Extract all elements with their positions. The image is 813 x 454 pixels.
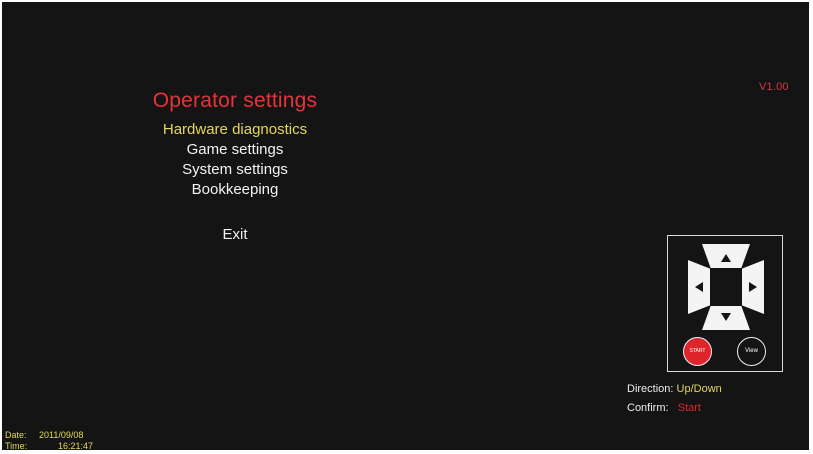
time-label: Time: <box>5 441 28 450</box>
menu-item-bookkeeping[interactable]: Bookkeeping <box>2 180 468 200</box>
up-button[interactable] <box>702 244 750 268</box>
confirm-value: Start <box>677 402 701 414</box>
menu-item-hardware-diagnostics[interactable]: Hardware diagnostics <box>2 120 468 140</box>
date-value: 2011/09/08 <box>39 430 84 440</box>
down-arrow-icon <box>721 313 731 321</box>
menu-item-system-settings[interactable]: System settings <box>2 160 468 180</box>
up-arrow-icon <box>721 254 731 262</box>
direction-label: Direction: <box>627 383 674 395</box>
view-button[interactable]: View <box>737 337 766 366</box>
confirm-label: Confirm: <box>627 402 669 414</box>
right-arrow-icon <box>749 282 757 292</box>
date-label: Date: <box>5 430 27 440</box>
left-arrow-icon <box>695 282 703 292</box>
direction-hint: Direction: Up/Down <box>627 383 722 395</box>
menu-item-exit[interactable]: Exit <box>2 226 468 243</box>
date-readout: Date: 2011/09/08 <box>5 430 83 440</box>
left-button[interactable] <box>688 260 710 314</box>
down-button[interactable] <box>702 306 750 330</box>
control-panel-diagram: START View <box>667 235 783 372</box>
time-value: 16:21:47 <box>58 441 94 450</box>
start-button[interactable]: START <box>683 337 712 366</box>
version-label: V1.00 <box>759 81 789 93</box>
right-button[interactable] <box>742 260 764 314</box>
menu-title: Operator settings <box>152 89 318 112</box>
menu-item-game-settings[interactable]: Game settings <box>2 140 468 160</box>
settings-menu: Hardware diagnostics Game settings Syste… <box>2 120 468 200</box>
operator-screen: V1.00 Operator settings Hardware diagnos… <box>2 2 809 450</box>
time-readout: Time: 16:21:47 <box>5 441 93 450</box>
direction-value: Up/Down <box>676 383 722 395</box>
confirm-hint: Confirm: Start <box>627 402 701 414</box>
